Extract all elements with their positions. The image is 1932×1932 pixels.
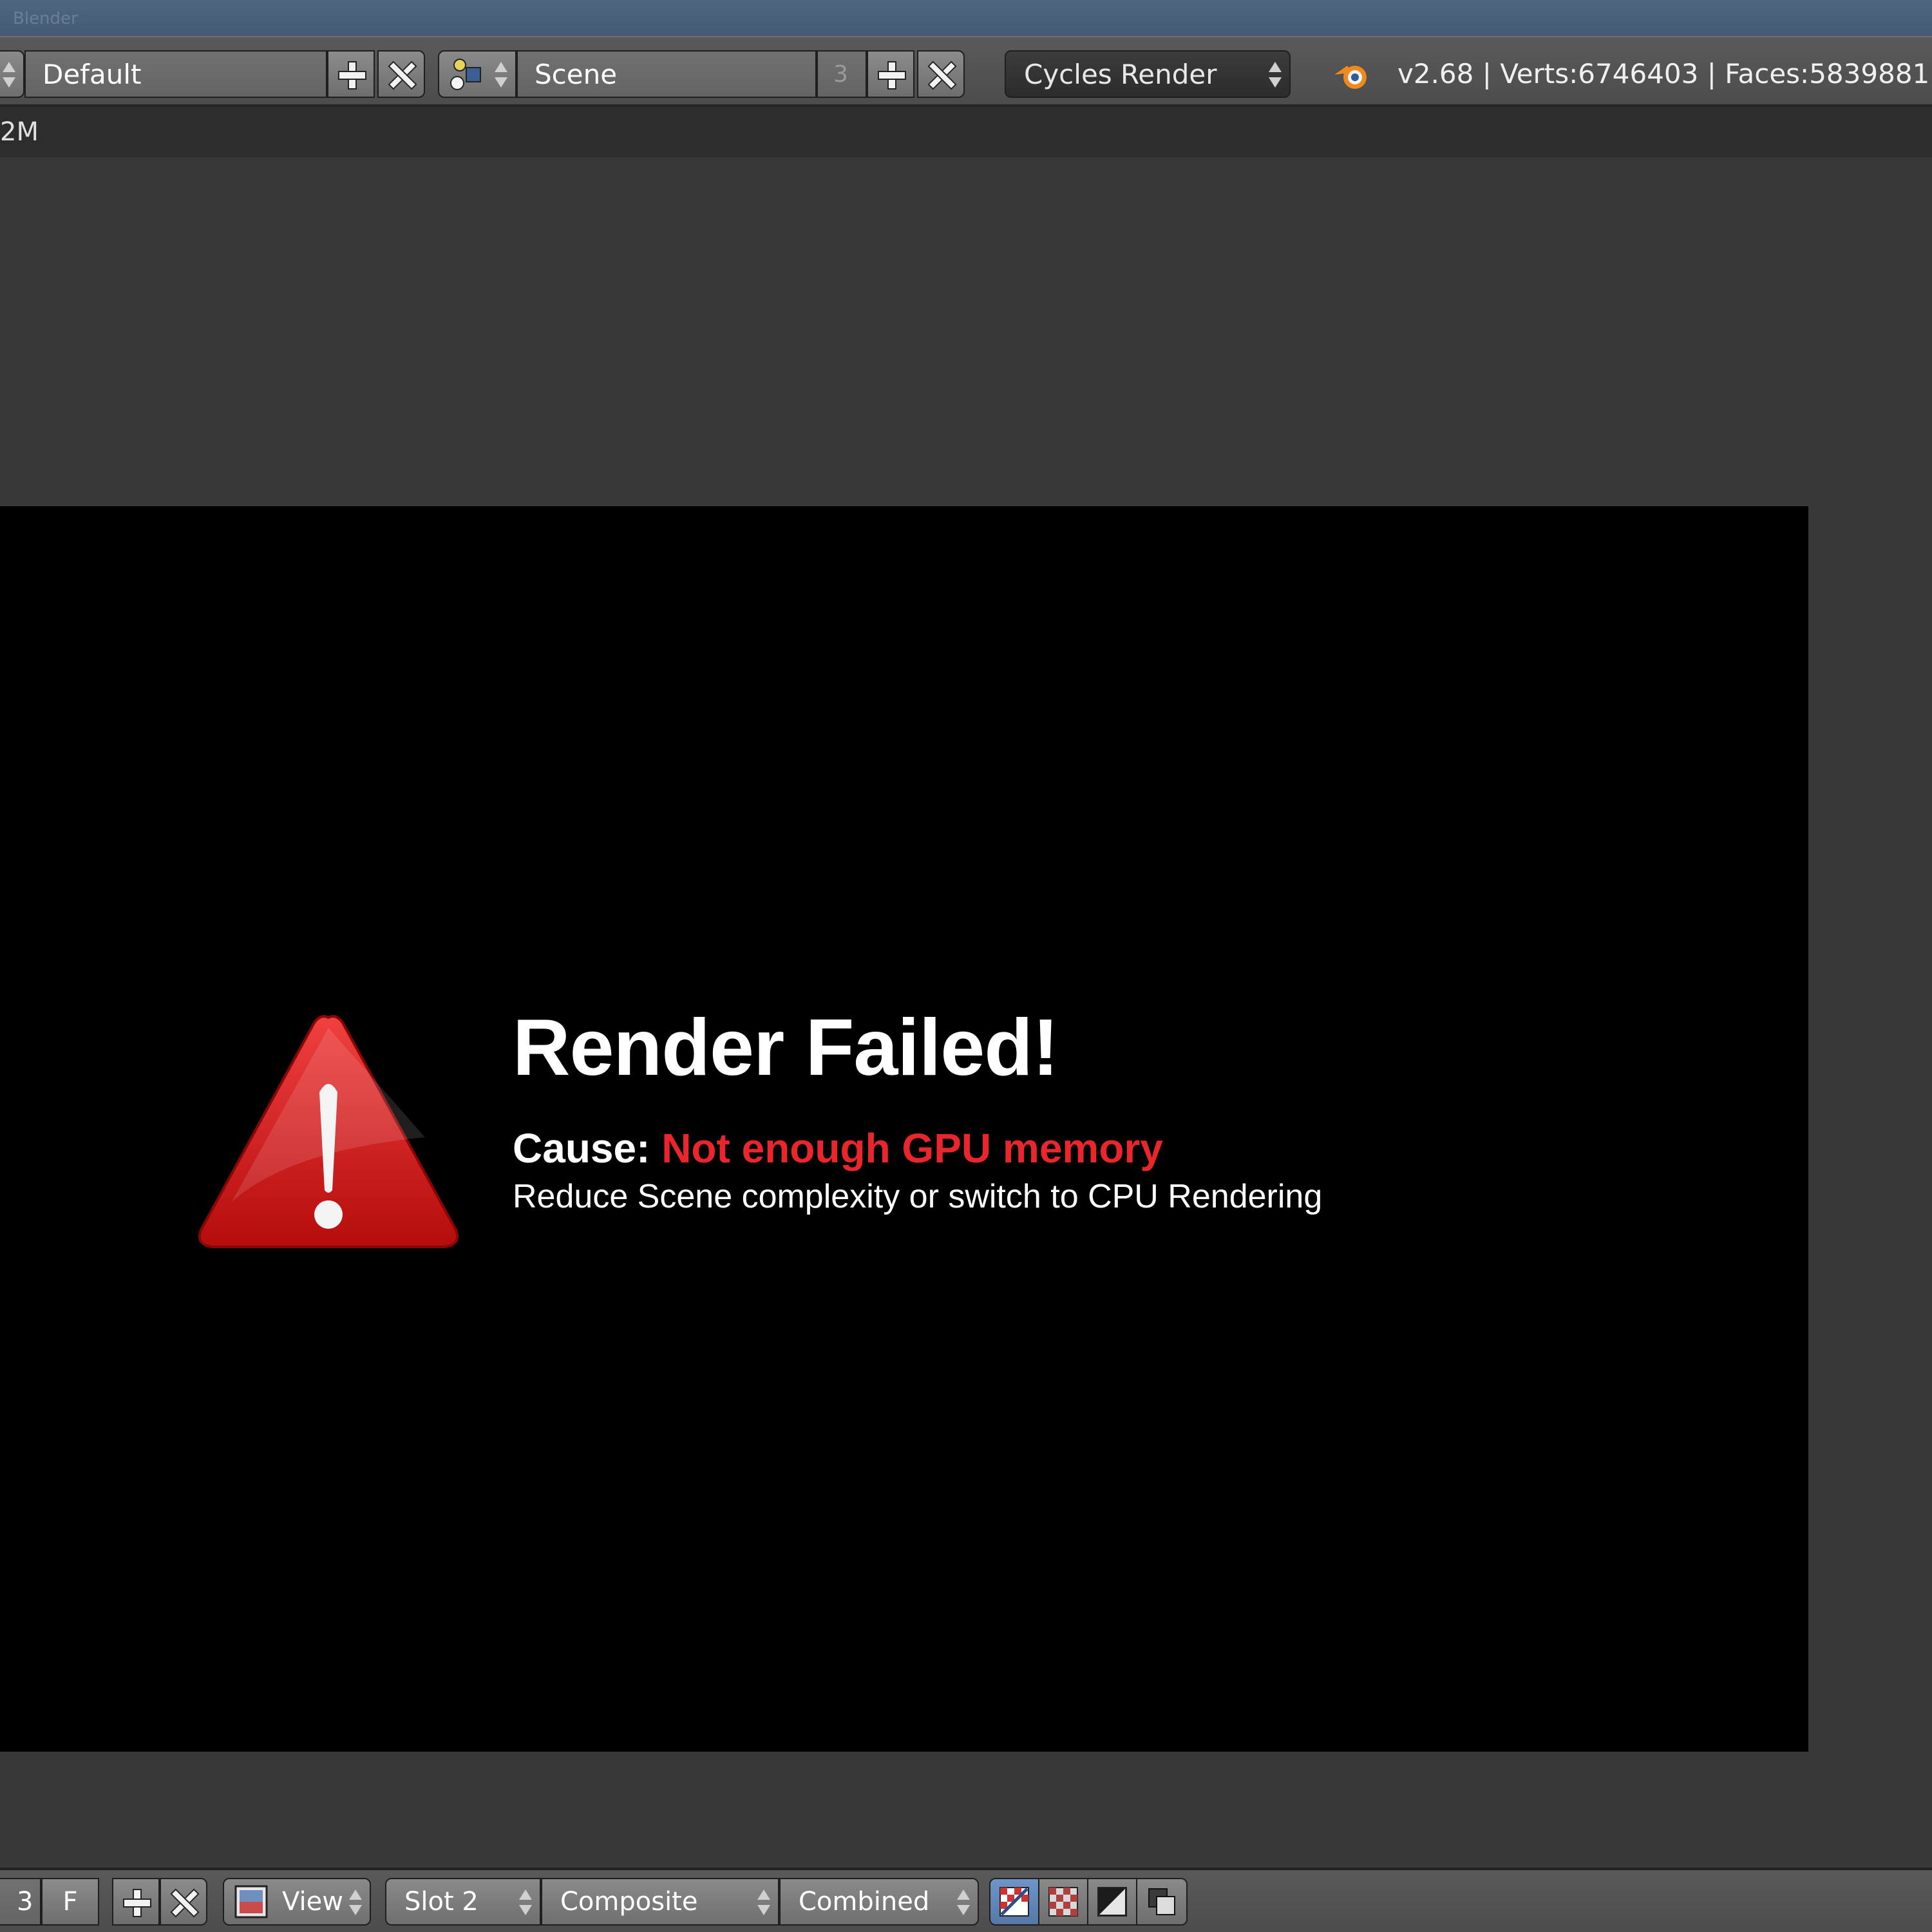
spinner-arrows-icon bbox=[957, 1888, 970, 1917]
screen-layout-field[interactable]: Default bbox=[24, 50, 327, 98]
close-icon bbox=[171, 1889, 196, 1915]
draw-mode-buttons bbox=[989, 1878, 1188, 1926]
draw-image-alpha-button[interactable] bbox=[990, 1879, 1039, 1924]
view-menu-label: View bbox=[282, 1887, 343, 1917]
new-image-button[interactable] bbox=[112, 1878, 160, 1926]
draw-z-buffer-button[interactable] bbox=[1088, 1879, 1137, 1924]
gradient-icon bbox=[1097, 1887, 1127, 1917]
view-menu[interactable]: View bbox=[223, 1878, 371, 1926]
unlink-image-button[interactable] bbox=[160, 1878, 207, 1926]
image-users-count: 3 bbox=[0, 1878, 41, 1926]
delete-scene-button[interactable] bbox=[917, 50, 965, 98]
close-icon bbox=[928, 61, 954, 87]
cause-value: Not enough GPU memory bbox=[661, 1125, 1163, 1171]
window-title-bar: Blender bbox=[0, 0, 1932, 36]
spinner-arrows-icon bbox=[519, 1888, 532, 1917]
plus-icon bbox=[123, 1889, 151, 1917]
plus-icon bbox=[878, 61, 906, 90]
spinner-arrows-icon bbox=[3, 61, 15, 89]
warning-icon bbox=[198, 1015, 459, 1248]
delete-layout-button[interactable] bbox=[377, 50, 425, 98]
render-info-bar: 2M bbox=[0, 107, 1932, 157]
add-layout-button[interactable] bbox=[327, 50, 375, 98]
scene-statistics: v2.68 | Verts:6746403 | Faces:5839881 | … bbox=[1397, 58, 1932, 90]
render-engine-label: Cycles Render bbox=[1024, 58, 1217, 90]
scene-users-count: 3 bbox=[817, 50, 867, 98]
render-result-image: Render Failed! Cause: Not enough GPU mem… bbox=[0, 506, 1808, 1752]
info-header: Default Scene 3 Cycles Render v2.68 | Ve… bbox=[0, 36, 1932, 107]
add-scene-button[interactable] bbox=[867, 50, 914, 98]
window-title: Blender bbox=[13, 9, 78, 28]
image-editor-header: 3 F View Slot 2 Composite Combined bbox=[0, 1868, 1932, 1932]
spinner-arrows-icon bbox=[495, 61, 507, 89]
render-layer-dropdown[interactable]: Composite bbox=[541, 1878, 779, 1926]
draw-alpha-button[interactable] bbox=[1137, 1879, 1186, 1924]
layout-browse-button[interactable] bbox=[0, 50, 24, 98]
spinner-arrows-icon bbox=[757, 1888, 770, 1917]
render-pass-dropdown[interactable]: Combined bbox=[779, 1878, 979, 1926]
error-cause: Cause: Not enough GPU memory bbox=[513, 1124, 1163, 1172]
error-title: Render Failed! bbox=[513, 1003, 1059, 1092]
image-editor-viewport[interactable]: Render Failed! Cause: Not enough GPU mem… bbox=[0, 157, 1932, 1868]
draw-image-button[interactable] bbox=[1039, 1879, 1088, 1924]
fake-user-button[interactable]: F bbox=[41, 1878, 99, 1926]
plus-icon bbox=[338, 61, 366, 90]
scene-name-field[interactable]: Scene bbox=[516, 50, 817, 98]
checker-icon bbox=[1048, 1887, 1078, 1917]
render-slot-label: Slot 2 bbox=[404, 1887, 478, 1917]
scene-browse-button[interactable] bbox=[438, 50, 516, 98]
close-icon bbox=[388, 61, 414, 87]
memory-readout: 2M bbox=[0, 117, 39, 147]
cause-label: Cause: bbox=[513, 1125, 650, 1171]
render-pass-label: Combined bbox=[799, 1887, 930, 1917]
blender-logo-icon bbox=[1334, 66, 1367, 89]
image-editor-icon bbox=[234, 1885, 268, 1918]
spinner-arrows-icon bbox=[349, 1888, 362, 1917]
render-engine-dropdown[interactable]: Cycles Render bbox=[1005, 50, 1291, 98]
scene-icon bbox=[450, 59, 481, 90]
spinner-arrows-icon bbox=[1269, 61, 1282, 89]
checker-alpha-icon bbox=[999, 1887, 1029, 1917]
error-hint: Reduce Scene complexity or switch to CPU… bbox=[513, 1178, 1323, 1215]
render-slot-dropdown[interactable]: Slot 2 bbox=[385, 1878, 541, 1926]
render-layer-label: Composite bbox=[560, 1887, 698, 1917]
alpha-icon bbox=[1148, 1888, 1175, 1915]
